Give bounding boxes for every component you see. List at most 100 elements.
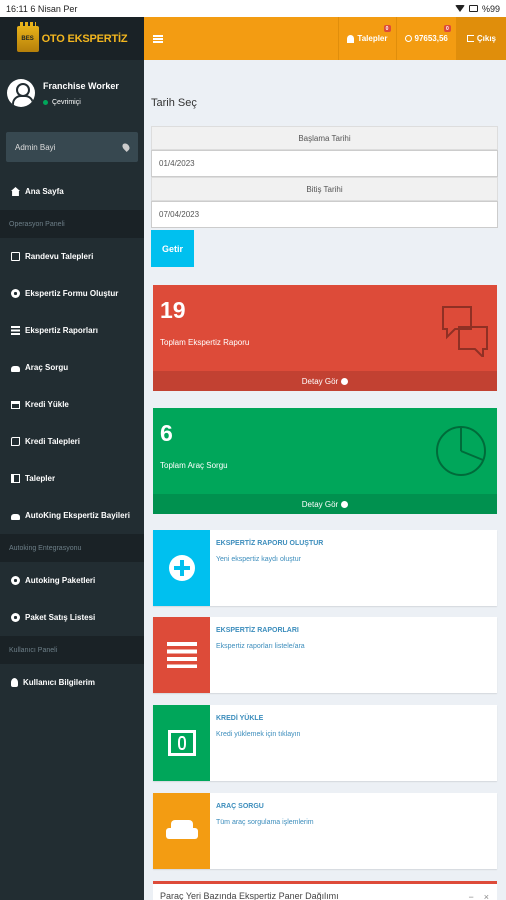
close-button[interactable]: × — [484, 892, 489, 900]
reports-icon-box — [153, 617, 210, 693]
plus-circle-icon — [168, 555, 195, 581]
requests-button[interactable]: Talepler 0 — [338, 17, 395, 60]
arrow-circle-right-icon — [341, 500, 349, 508]
sidebar-item-label: Kredi Talepleri — [25, 437, 80, 446]
end-date-label: Bitiş Tarihi — [151, 177, 498, 201]
status-time: 16:11 — [6, 3, 28, 14]
logo-crown-icon: BES — [16, 21, 39, 52]
credit-card-icon — [11, 400, 20, 409]
sidebar-item-home[interactable]: Ana Sayfa — [0, 173, 144, 210]
edit-icon — [11, 252, 20, 261]
sign-out-icon — [466, 35, 474, 42]
distribution-panel: Paraç Yeri Bazında Ekspertiz Paner Dağıl… — [153, 881, 497, 900]
sidebar-item-label: Paket Satış Listesi — [25, 613, 96, 622]
action-title: EKSPERTİZ RAPORU OLUŞTUR — [216, 540, 324, 547]
stat-label: Toplam Araç Sorgu — [160, 461, 228, 470]
action-vehicle-query[interactable]: ARAÇ SORGU Tüm araç sorgulama işlemlerim — [153, 793, 497, 869]
menu-toggle-icon[interactable] — [153, 34, 163, 43]
dealer-selector[interactable]: Admin Bayi — [6, 132, 138, 162]
balance-badge: 0 — [443, 25, 451, 32]
start-date-label: Başlama Tarihi — [151, 126, 498, 150]
sidebar-item-vehicle-query[interactable]: Araç Sorgu — [0, 349, 144, 386]
sidebar-item-credit-load[interactable]: Kredi Yükle — [0, 386, 144, 423]
sidebar-item-label: Ekspertiz Formu Oluştur — [25, 289, 119, 298]
details-link[interactable]: Detay Gör — [153, 371, 497, 391]
action-create-report[interactable]: EKSPERTİZ RAPORU OLUŞTUR Yeni ekspertiz … — [153, 530, 497, 606]
details-label: Detay Gör — [301, 376, 339, 386]
sidebar-item-label: Autoking Paketleri — [25, 576, 96, 585]
dealer-selector-label: Admin Bayi — [15, 142, 56, 152]
list-icon — [166, 642, 197, 668]
user-name: Franchise Worker — [43, 80, 119, 91]
action-title: ARAÇ SORGU — [216, 803, 264, 810]
stat-value: 19 — [160, 297, 186, 323]
balance-button[interactable]: 97653,56 0 — [395, 17, 456, 60]
bell-icon — [347, 34, 355, 43]
status-bar: 16:11 6 Nisan Per %99 — [0, 0, 506, 17]
top-bar: Talepler 0 97653,56 0 Çıkış — [144, 17, 506, 60]
sidebar-item-requests[interactable]: Talepler — [0, 460, 144, 497]
menu-header-user: Kullanıcı Paneli — [0, 636, 144, 664]
car-icon — [11, 365, 20, 372]
sidebar-menu: Ana Sayfa Operasyon Paneli Randevu Talep… — [0, 173, 144, 701]
minimize-button[interactable]: − — [468, 892, 473, 900]
comments-icon — [442, 306, 488, 357]
sidebar-item-label: Ana Sayfa — [25, 187, 64, 196]
battery-level: %99 — [481, 3, 500, 14]
action-subtitle: Yeni ekspertiz kaydı oluştur — [216, 556, 301, 563]
logout-button[interactable]: Çıkış — [455, 17, 506, 60]
coin-icon — [404, 35, 412, 42]
requests-badge: 0 — [383, 25, 391, 32]
action-subtitle: Ekspertiz raporları listele/ara — [216, 643, 305, 650]
home-icon — [11, 187, 20, 196]
sidebar-item-dealers[interactable]: AutoKing Ekspertiz Bayileri — [0, 497, 144, 534]
user-panel: Franchise Worker Çevrimiçi — [0, 60, 144, 126]
online-dot-icon — [43, 99, 48, 105]
end-date-group: Bitiş Tarihi 07/04/2023 — [151, 177, 498, 228]
money-icon — [167, 730, 196, 756]
credit-icon-box — [153, 705, 210, 781]
requests-label: Talepler — [357, 34, 388, 43]
action-subtitle: Tüm araç sorgulama işlemlerim — [216, 819, 314, 826]
car-icon — [165, 820, 198, 842]
sidebar-item-reports[interactable]: Ekspertiz Raporları — [0, 312, 144, 349]
arrow-circle-right-icon — [341, 377, 349, 385]
paper-icon — [11, 437, 20, 446]
menu-header-operations: Operasyon Paneli — [0, 210, 144, 238]
sidebar-item-label: Kredi Yükle — [25, 400, 69, 409]
sidebar-item-create-form[interactable]: Ekspertiz Formu Oluştur — [0, 275, 144, 312]
action-credit-load[interactable]: KREDİ YÜKLE Kredi yüklemek için tıklayın — [153, 705, 497, 781]
vehicle-icon-box — [153, 793, 210, 869]
sidebar-item-user-info[interactable]: Kullanıcı Bilgilerim — [0, 664, 144, 701]
balance-value: 97653,56 — [414, 34, 448, 43]
sidebar-item-label: Ekspertiz Raporları — [25, 326, 98, 335]
status-time-date: 16:11 6 Nisan Per — [6, 4, 77, 14]
sidebar-item-appointments[interactable]: Randevu Talepleri — [0, 238, 144, 275]
status-date: 6 Nisan Per — [30, 3, 78, 14]
gear-icon — [11, 289, 20, 298]
sidebar-item-label: Randevu Talepleri — [25, 252, 94, 261]
user-status-text: Çevrimiçi — [52, 98, 81, 106]
battery-icon — [468, 5, 478, 12]
sidebar-item-packages[interactable]: Autoking Paketleri — [0, 562, 144, 599]
pie-chart-icon — [436, 426, 486, 476]
car-icon — [11, 513, 20, 520]
sidebar-item-package-sales[interactable]: Paket Satış Listesi — [0, 599, 144, 636]
action-subtitle: Kredi yüklemek için tıklayın — [216, 731, 301, 738]
user-icon — [11, 678, 18, 687]
sidebar-item-credit-requests[interactable]: Kredi Talepleri — [0, 423, 144, 460]
list-icon — [11, 326, 20, 335]
main-content: Tarih Seç Başlama Tarihi 01/4/2023 Bitiş… — [144, 60, 506, 900]
start-date-group: Başlama Tarihi 01/4/2023 — [151, 126, 498, 177]
logo-text: OTO EKSPERTİZ — [41, 32, 128, 45]
action-reports[interactable]: EKSPERTİZ RAPORLARI Ekspertiz raporları … — [153, 617, 497, 693]
logout-label: Çıkış — [476, 34, 496, 43]
start-date-input[interactable]: 01/4/2023 — [151, 150, 498, 177]
end-date-input[interactable]: 07/04/2023 — [151, 201, 498, 228]
details-link[interactable]: Detay Gör — [153, 494, 497, 514]
submit-button[interactable]: Getir — [151, 230, 194, 267]
book-icon — [11, 474, 20, 483]
logo[interactable]: BES OTO EKSPERTİZ — [0, 17, 144, 60]
sidebar-item-label: Araç Sorgu — [25, 363, 69, 372]
sidebar-item-label: Kullanıcı Bilgilerim — [23, 678, 96, 687]
